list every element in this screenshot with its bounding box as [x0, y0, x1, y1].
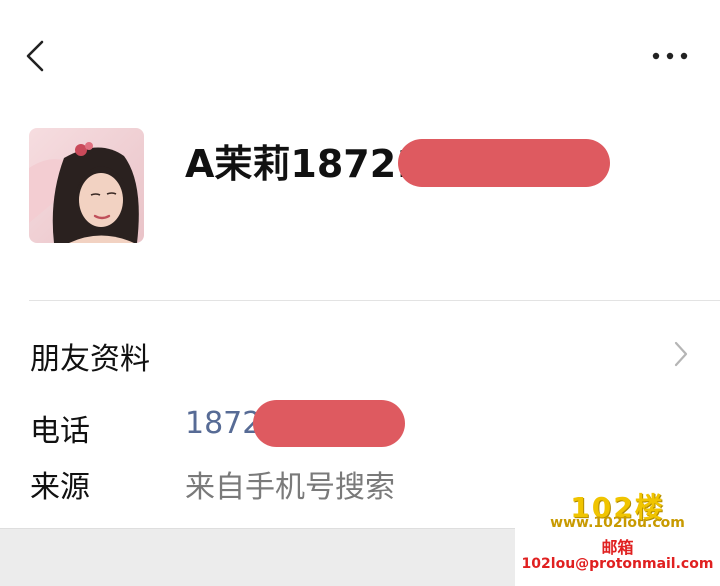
source-value: 来自手机号搜索 — [185, 470, 395, 505]
phone-value[interactable]: 1872 — [185, 406, 261, 441]
friend-info-row[interactable]: 朋友资料 — [0, 318, 720, 390]
watermark-mail-label: 邮箱 — [601, 538, 634, 557]
more-icon[interactable] — [650, 48, 690, 64]
friend-info-label: 朋友资料 — [30, 342, 150, 377]
avatar[interactable] — [29, 128, 144, 243]
watermark-mail: 102lou@protonmail.com — [521, 556, 714, 572]
source-label: 来源 — [30, 470, 90, 505]
phone-label: 电话 — [30, 414, 90, 449]
chevron-right-icon — [674, 341, 688, 367]
avatar-photo — [29, 128, 144, 243]
redaction-overlay-name — [398, 139, 610, 187]
top-bar — [0, 0, 720, 110]
watermark: 102楼 www.102lou.com 邮箱 102lou@protonmail… — [515, 484, 720, 586]
watermark-site: www.102lou.com — [550, 515, 685, 531]
back-icon[interactable] — [22, 38, 52, 74]
nickname: A茉莉18721 — [185, 142, 423, 186]
divider — [29, 300, 720, 301]
redaction-overlay-phone — [253, 400, 405, 447]
